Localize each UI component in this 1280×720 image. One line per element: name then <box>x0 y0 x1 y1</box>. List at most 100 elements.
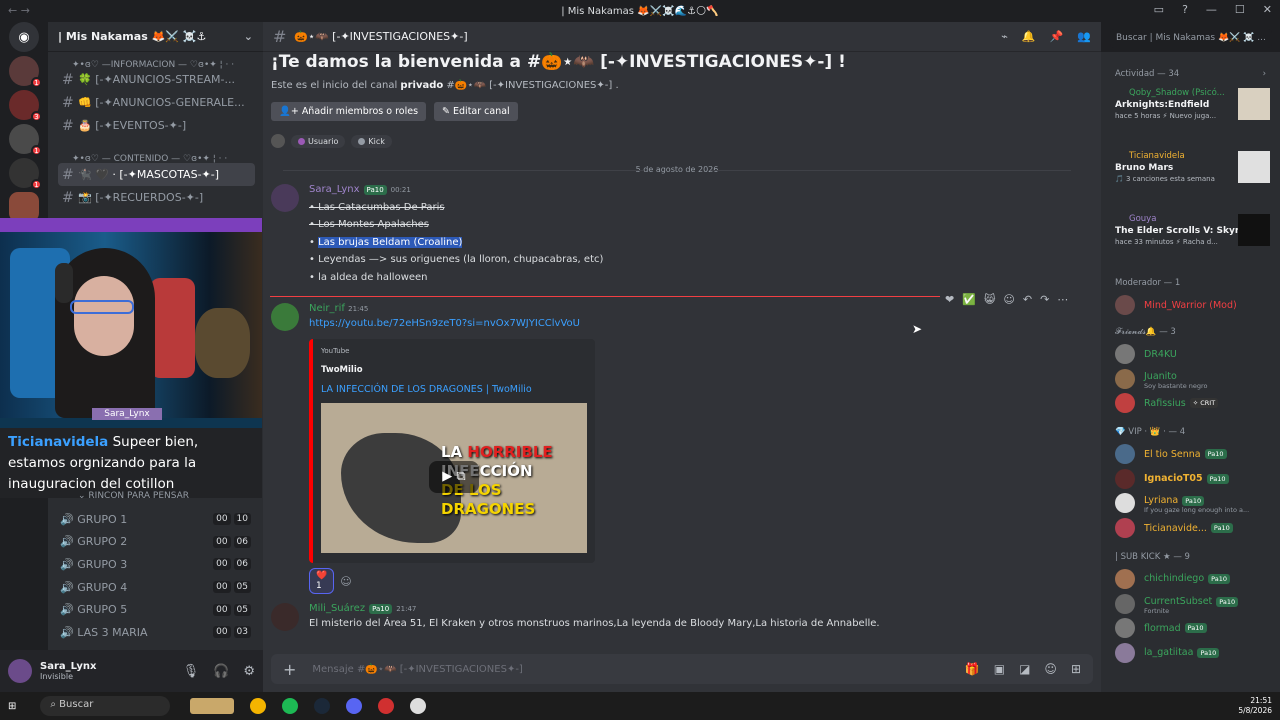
edit-channel-button[interactable]: ✎ Editar canal <box>434 102 518 121</box>
embed-title[interactable]: LA INFECCIÓN DE LOS DRAGONES | TwoMilio <box>321 384 532 395</box>
plus-icon[interactable]: + <box>283 660 296 679</box>
search-input[interactable]: Buscar | Mis Nakamas 🦊⚔️ ☠️ ... <box>1110 29 1272 48</box>
reply-icon[interactable]: ↶ <box>1023 293 1032 306</box>
chevron-right-icon[interactable]: › <box>1263 64 1266 84</box>
server-header[interactable]: | Mis Nakamas 🦊⚔️ ☠️⚓ ⌄ <box>48 22 263 52</box>
member-item[interactable]: chichindiego Pa10 <box>1101 567 1280 592</box>
reaction-check-icon[interactable]: ✅ <box>962 293 976 306</box>
bell-icon[interactable]: 🔔 <box>1022 30 1036 43</box>
help-icon[interactable]: ? <box>1182 3 1188 16</box>
activity-card[interactable]: Gouya The Elder Scrolls V: Skyrim... hace … <box>1101 210 1280 273</box>
video-thumbnail[interactable]: LA HORRIBLEINFECCIÓNDE LOS DRAGONES ▶ ⧉ <box>321 403 587 553</box>
member-item[interactable]: Ticianavide... Pa10 <box>1101 516 1280 541</box>
voice-channel[interactable]: 🔊 GRUPO 5 00 05 <box>48 598 263 621</box>
channel-recuerdos[interactable]: # 📸 [-✦RECUERDOS-✦-] <box>58 186 255 209</box>
channel-anuncios-stream[interactable]: # 🍀 [-✦ANUNCIOS-STREAM-... <box>58 68 255 91</box>
close-icon[interactable]: ✕ <box>1263 3 1272 16</box>
server-icon[interactable]: 1 <box>9 158 42 190</box>
headphones-icon[interactable]: 🎧 <box>213 664 229 679</box>
avatar[interactable] <box>271 184 299 212</box>
voice-channel[interactable]: 🔊 GRUPO 1 00 10 <box>48 508 263 531</box>
window-title: | Mis Nakamas 🦊⚔️☠️🌊⚓🌕🪓 <box>561 5 719 17</box>
category-rincon[interactable]: ⌄ RINCON PARA PENSAR <box>78 491 189 501</box>
add-members-button[interactable]: 👤+ Añadir miembros o roles <box>271 102 427 121</box>
apps-icon[interactable]: ⊞ <box>1071 662 1081 676</box>
server-icon[interactable]: 3 <box>9 90 42 122</box>
channel-anuncios-generales[interactable]: # 👊 [-✦ANUNCIOS-GENERALE... <box>58 91 255 114</box>
overlay-bar <box>0 218 262 232</box>
voice-channel[interactable]: 🔊 GRUPO 2 00 06 <box>48 531 263 554</box>
clock[interactable]: 21:51 5/8/2026 <box>1238 696 1272 716</box>
gift-icon[interactable]: 🎁 <box>965 662 980 676</box>
member-item[interactable]: El tio Senna Pa10 <box>1101 442 1280 467</box>
chevron-down-icon[interactable]: ⌄ <box>244 30 253 43</box>
avatar[interactable] <box>271 603 299 631</box>
widget-icon[interactable] <box>190 698 235 714</box>
member-item[interactable]: IgnacioT05 Pa10 <box>1101 466 1280 491</box>
voice-channel[interactable]: 🔊 LAS 3 MARIA 00 03 <box>48 621 263 644</box>
voice-channel[interactable]: 🔊 GRUPO 3 00 06 <box>48 553 263 576</box>
play-icon[interactable]: ▶ ⧉ <box>429 461 479 493</box>
message-link[interactable]: https://youtu.be/72eHSn9zeT0?si=nvOx7WJY… <box>309 318 580 329</box>
server-icon[interactable]: 1 <box>9 124 42 156</box>
channel-eventos[interactable]: # 🎂 [-✦EVENTOS-✦-] <box>58 114 255 137</box>
member-list: Actividad — 34 › Qoby_Shadow (Psicó... Ark… <box>1101 52 1280 692</box>
settings-gear-icon[interactable]: ⚙ <box>243 664 255 679</box>
group-header: 💎 VIP · 👑 · — 4 <box>1115 426 1186 437</box>
member-item[interactable]: Lyriana Pa10 If you gaze long enough into … <box>1101 491 1280 516</box>
timestamp: 21:45 <box>348 305 369 313</box>
role-tag[interactable]: Usuario <box>291 134 346 148</box>
obs-icon[interactable] <box>378 698 395 714</box>
message-hover-toolbar: ❤ ✅ 😸 ☺ ↶ ↷ ⋯ <box>945 293 1068 306</box>
discord-home-icon[interactable]: ◉ <box>9 22 39 52</box>
speaker-icon: 🔊 <box>60 625 78 639</box>
threads-icon[interactable]: ⌁ <box>1001 30 1008 43</box>
pin-icon[interactable]: 📌 <box>1050 30 1064 43</box>
inbox-icon[interactable]: ▭ <box>1154 3 1164 16</box>
reaction-heart[interactable]: ❤️ 1 <box>309 568 335 594</box>
taskbar-search[interactable]: ⌕ Buscar <box>40 696 171 716</box>
activity-card[interactable]: Ticianavidela Bruno Mars 🎵 3 canciones est… <box>1101 147 1280 210</box>
reaction-heart-icon[interactable]: ❤ <box>945 293 954 306</box>
member-item[interactable]: CurrentSubset Pa10 Fortnite <box>1101 591 1280 616</box>
member-item[interactable]: Rafissius ✧ CRIT <box>1101 391 1280 416</box>
minimize-icon[interactable]: — <box>1206 3 1217 16</box>
chrome-icon[interactable] <box>250 698 267 714</box>
member-item[interactable]: DR4KU <box>1101 342 1280 367</box>
spotify-icon[interactable] <box>282 698 299 714</box>
message-author[interactable]: Mili_Suárez <box>309 603 365 614</box>
activity-card[interactable]: Qoby_Shadow (Psicó... Arknights:Endfield h… <box>1101 84 1280 147</box>
discord-icon[interactable] <box>346 698 363 714</box>
message-composer[interactable]: + Mensaje #🎃⋆🦇 [-✦INVESTIGACIONES✦-] 🎁 ▣ ◪… <box>271 654 1093 684</box>
message-text: El misterio del Área 51, El Kraken y otr… <box>309 618 880 629</box>
avatar[interactable] <box>271 303 299 331</box>
embed-author[interactable]: TwoMilio <box>321 365 363 375</box>
add-reaction-icon[interactable]: ☺ <box>340 575 351 588</box>
emoji-icon[interactable]: ☺ <box>1044 662 1057 676</box>
message-input[interactable]: Mensaje #🎃⋆🦇 [-✦INVESTIGACIONES✦-] <box>312 664 522 675</box>
windows-start-icon[interactable]: ⊞ <box>8 701 16 712</box>
microphone-icon[interactable]: 🎙 <box>183 664 200 679</box>
maximize-icon[interactable]: ☐ <box>1235 3 1245 16</box>
add-reaction-icon[interactable]: ☺ <box>1003 293 1014 306</box>
gif-icon[interactable]: ▣ <box>994 662 1005 676</box>
member-item[interactable]: Juanito Soy bastante negro <box>1101 366 1280 391</box>
members-icon[interactable]: 👥 <box>1077 30 1091 43</box>
member-item[interactable]: Mind_Warrior (Mod) <box>1101 293 1280 318</box>
avatar[interactable] <box>8 659 32 683</box>
server-icon[interactable]: 1 <box>9 56 42 88</box>
channel-mascotas[interactable]: # 🐈‍⬛ 🖤 · [-✦MASCOTAS-✦-] <box>58 163 255 186</box>
message-author[interactable]: Neir_rif <box>309 303 345 314</box>
steam-icon[interactable] <box>314 698 331 714</box>
message-author[interactable]: Sara_Lynx <box>309 184 360 195</box>
hash-icon: # <box>273 27 287 46</box>
member-item[interactable]: flormad Pa10 <box>1101 616 1280 641</box>
role-tag[interactable]: Kick <box>351 134 392 148</box>
voice-channel[interactable]: 🔊 GRUPO 4 00 05 <box>48 576 263 599</box>
sticker-icon[interactable]: ◪ <box>1019 662 1030 676</box>
app-icon[interactable] <box>410 698 427 714</box>
more-icon[interactable]: ⋯ <box>1057 293 1068 306</box>
reaction-emoji-icon[interactable]: 😸 <box>984 293 995 306</box>
member-item[interactable]: la_gatiitaa Pa10 <box>1101 641 1280 666</box>
forward-icon[interactable]: ↷ <box>1040 293 1049 306</box>
